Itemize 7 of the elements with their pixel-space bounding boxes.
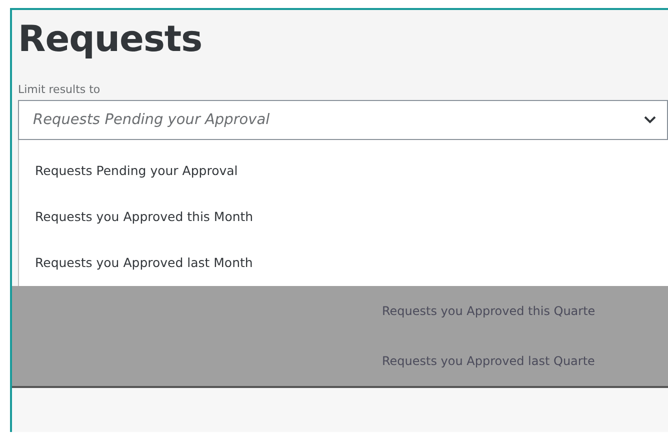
dropdown-option[interactable]: Requests you Approved this Month xyxy=(19,194,668,240)
filter-dropdown[interactable]: Requests Pending your Approval xyxy=(18,100,668,140)
chevron-down-icon xyxy=(643,115,657,125)
dropdown-option[interactable]: Requests Pending your Approval xyxy=(19,148,668,194)
field-label: Limit results to xyxy=(18,82,102,98)
dropdown-option[interactable]: Requests you Approved last Month xyxy=(19,240,668,286)
page-title: Requests xyxy=(18,18,204,62)
